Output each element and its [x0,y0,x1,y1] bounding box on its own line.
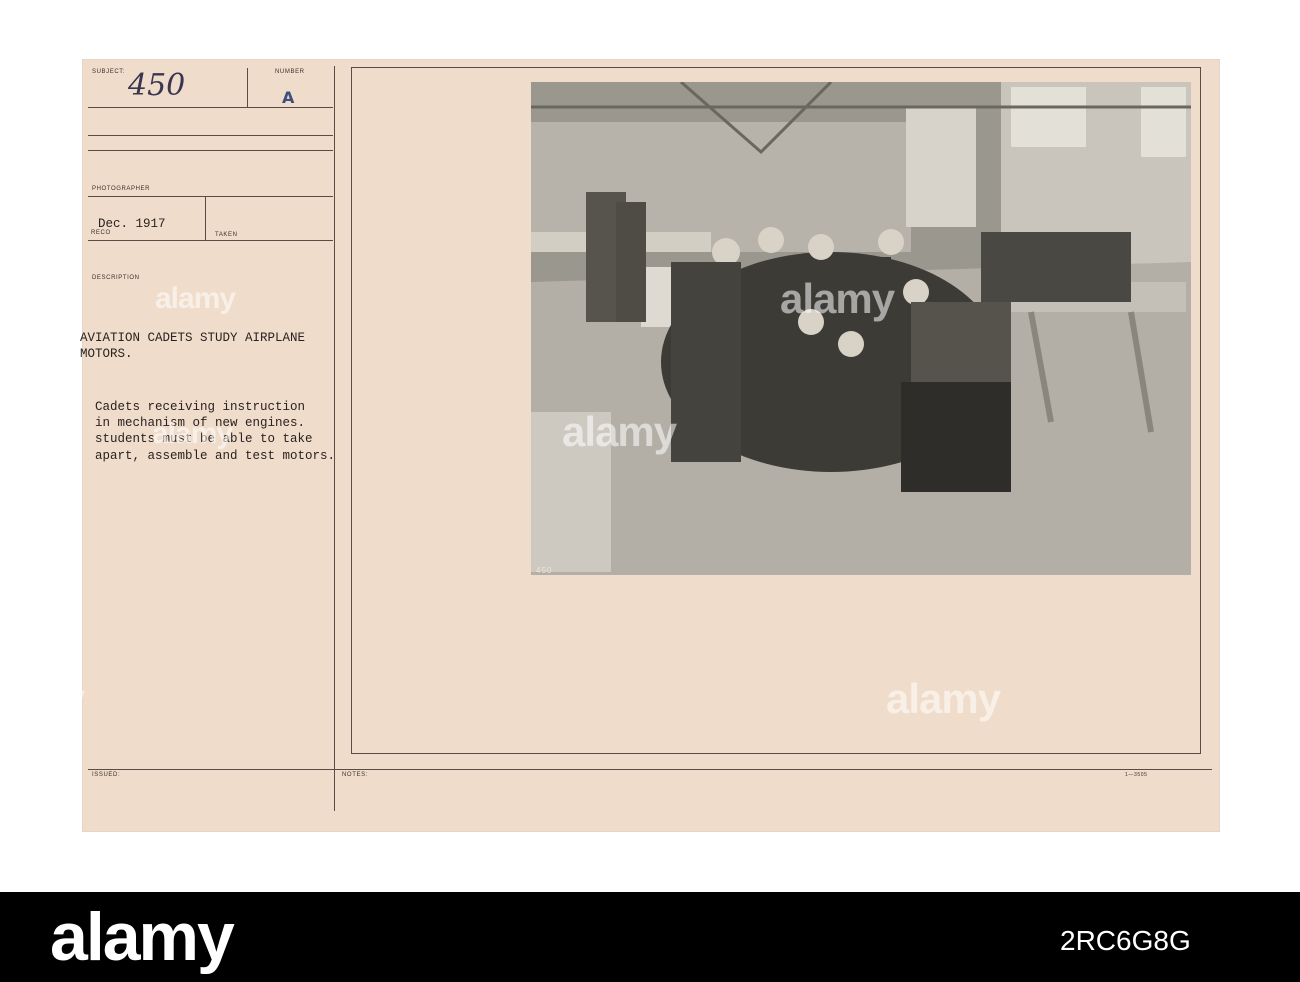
photographer-label: PHOTOGRAPHER [92,186,151,192]
frame-bottom [351,753,1201,754]
frame-left [351,67,352,753]
subject-number-divider [247,68,248,108]
issued-label: ISSUED: [92,772,121,778]
frame-top [351,67,1201,68]
alamy-logo: alamy [50,899,235,975]
image-id: 2RC6G8G [1060,925,1191,956]
body-line-1: Cadets receiving instruction [95,400,306,414]
taken-label: TAKEN [215,232,238,238]
section-rule-2 [88,150,333,151]
workshop-photo [531,82,1191,575]
watermark-left-edge: alamy [0,675,85,722]
number-label: NUMBER [275,69,305,75]
date-rule [88,240,333,241]
watermark-right-lower: alamy [886,675,1001,722]
description-label: DESCRIPTION [92,275,140,281]
date-taken-divider [205,197,206,241]
title-line-2: MOTORS. [80,347,133,361]
reco-label: RECO [91,230,111,236]
watermark-card-top: alamy [155,282,236,315]
subject-rule [88,107,333,108]
subject-value: 450 [128,68,186,103]
notes-label: NOTES: [342,772,368,778]
notes-rule [88,769,1212,770]
section-rule-1 [88,135,333,136]
subject-label: SUBJECT: [92,69,126,75]
watermark-photo-top: alamy [780,275,895,322]
photo-print-number: 450 [536,566,553,575]
form-code: 1—3505 [1125,772,1148,778]
watermark-card-mid: alamy [152,417,233,450]
left-column-divider [334,66,335,811]
workshop-photo-icon [531,82,1191,575]
frame-right [1200,67,1201,753]
number-value: A [282,88,295,107]
title-line-1: AVIATION CADETS STUDY AIRPLANE [80,331,306,345]
photographer-rule [88,196,333,197]
watermark-photo-mid: alamy [562,408,677,455]
